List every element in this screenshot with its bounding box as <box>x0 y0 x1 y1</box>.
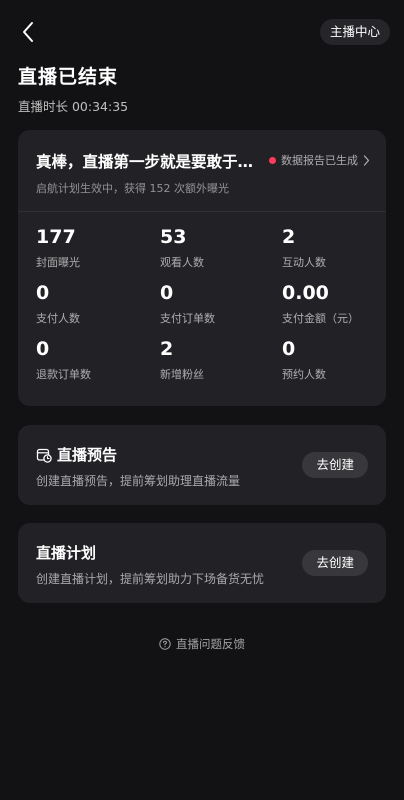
metric-item: 0 支付人数 <box>36 282 160 326</box>
metric-label: 封面曝光 <box>36 256 80 269</box>
metric-value: 2 <box>160 338 174 360</box>
plan-description: 创建直播计划，提前筹划助力下场备货无忧 <box>36 572 265 586</box>
chevron-left-icon <box>23 22 33 42</box>
metric-item: 0.00 支付金额（元） <box>282 282 376 326</box>
metric-item: 0 支付订单数 <box>160 282 282 326</box>
live-stats-card: 真棒，直播第一步就是要敢于… 数据报告已生成 启航计划生效中，获得 152 次额… <box>18 130 386 406</box>
metric-label: 退款订单数 <box>36 368 91 381</box>
page-title: 直播已结束 <box>18 66 119 88</box>
metric-value: 0.00 <box>282 282 329 304</box>
chevron-right-icon <box>363 154 370 166</box>
metric-value: 0 <box>36 338 50 360</box>
metric-label: 支付金额（元） <box>282 312 359 325</box>
metric-item: 2 互动人数 <box>282 226 376 270</box>
metric-label: 支付人数 <box>36 312 80 325</box>
host-center-button[interactable]: 主播中心 <box>319 19 390 45</box>
encouragement-headline: 真棒，直播第一步就是要敢于… <box>36 153 254 171</box>
metric-label: 新增粉丝 <box>160 368 204 381</box>
metric-label: 互动人数 <box>282 256 326 269</box>
create-preview-button[interactable]: 去创建 <box>302 452 368 478</box>
live-duration: 直播时长 00:34:35 <box>18 99 129 114</box>
metric-label: 观看人数 <box>160 256 204 269</box>
metric-value: 0 <box>36 282 50 304</box>
plan-title: 直播计划 <box>36 544 97 562</box>
stats-card-header: 真棒，直播第一步就是要敢于… 数据报告已生成 启航计划生效中，获得 152 次额… <box>18 130 386 212</box>
launch-plan-note: 启航计划生效中，获得 152 次额外曝光 <box>36 182 229 195</box>
calendar-clock-icon <box>36 448 52 463</box>
metric-value: 177 <box>36 226 76 248</box>
metric-item: 0 预约人数 <box>282 338 376 382</box>
back-button[interactable] <box>14 18 42 46</box>
preview-description: 创建直播预告，提前筹划助理直播流量 <box>36 474 241 488</box>
report-status-label: 数据报告已生成 <box>281 154 358 167</box>
metric-item: 2 新增粉丝 <box>160 338 282 382</box>
plan-title-row: 直播计划 <box>36 542 96 563</box>
metric-item: 53 观看人数 <box>160 226 282 270</box>
live-preview-card: 直播预告 创建直播预告，提前筹划助理直播流量 去创建 <box>18 425 386 505</box>
data-report-link[interactable]: 数据报告已生成 <box>269 152 370 168</box>
preview-title: 直播预告 <box>57 446 118 464</box>
metric-label: 支付订单数 <box>160 312 215 325</box>
metric-label: 预约人数 <box>282 368 326 381</box>
metric-value: 2 <box>282 226 296 248</box>
metrics-grid: 177 封面曝光 53 观看人数 2 互动人数 0 支付人数 0 支付订单数 0… <box>36 226 376 382</box>
live-ended-page: 主播中心 直播已结束 直播时长 00:34:35 真棒，直播第一步就是要敢于… … <box>0 0 404 800</box>
feedback-label: 直播问题反馈 <box>176 637 245 651</box>
metric-value: 0 <box>160 282 174 304</box>
live-plan-card: 直播计划 创建直播计划，提前筹划助力下场备货无忧 去创建 <box>18 523 386 603</box>
metric-value: 53 <box>160 226 187 248</box>
metric-item: 177 封面曝光 <box>36 226 160 270</box>
question-circle-icon <box>159 638 171 650</box>
report-status-dot <box>269 156 276 164</box>
preview-title-row: 直播预告 <box>36 444 117 465</box>
metric-value: 0 <box>282 338 296 360</box>
create-plan-button[interactable]: 去创建 <box>302 550 368 576</box>
feedback-link[interactable]: 直播问题反馈 <box>0 636 404 652</box>
metric-item: 0 退款订单数 <box>36 338 160 382</box>
